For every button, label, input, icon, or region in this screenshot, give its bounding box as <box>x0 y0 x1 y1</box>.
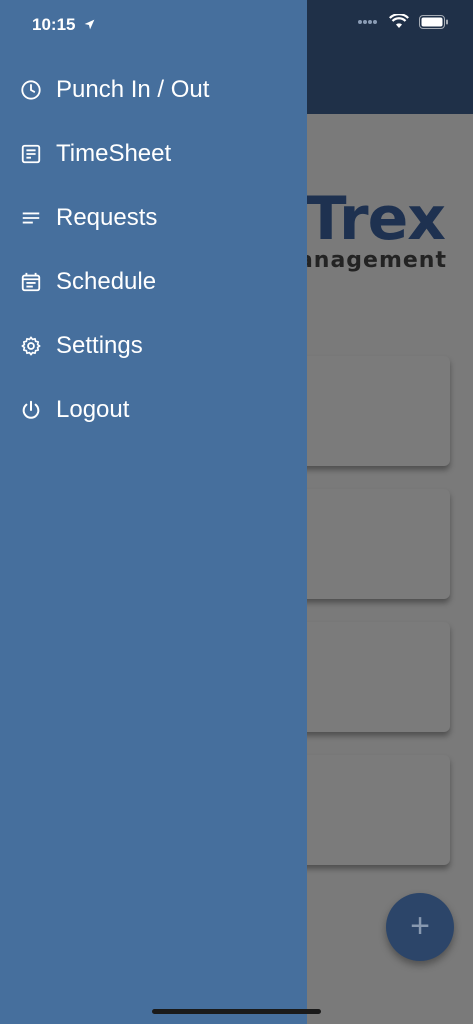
wifi-icon <box>389 14 409 28</box>
status-time: 10:15 <box>32 15 96 35</box>
menu-item-label: Logout <box>56 396 130 423</box>
clock-icon <box>20 79 42 101</box>
menu-item-label: Requests <box>56 204 158 231</box>
home-indicator[interactable] <box>152 1009 321 1014</box>
menu-item-punch-in-out[interactable]: Punch In / Out <box>0 58 307 122</box>
location-arrow-icon <box>84 19 95 30</box>
status-icons <box>357 14 449 29</box>
menu-item-label: Schedule <box>56 268 157 295</box>
menu-item-label: Punch In / Out <box>56 76 210 103</box>
menu-item-schedule[interactable]: Schedule <box>0 250 307 314</box>
menu-item-timesheet[interactable]: TimeSheet <box>0 122 307 186</box>
navigation-drawer: Punch In / Out TimeSheet Requests Schedu… <box>0 0 307 1024</box>
list-icon <box>20 207 42 229</box>
menu-item-settings[interactable]: Settings <box>0 314 307 378</box>
logo-text: Trex <box>305 184 446 254</box>
calendar-icon <box>20 271 42 293</box>
menu-item-label: Settings <box>56 332 143 359</box>
signal-icon <box>358 19 377 24</box>
add-fab-button[interactable]: + <box>386 893 454 961</box>
drawer-menu: Punch In / Out TimeSheet Requests Schedu… <box>0 58 307 442</box>
menu-item-label: TimeSheet <box>56 140 172 167</box>
power-icon <box>20 399 42 421</box>
timesheet-icon <box>20 143 42 165</box>
battery-icon <box>419 14 448 29</box>
gear-icon <box>20 335 42 357</box>
menu-item-requests[interactable]: Requests <box>0 186 307 250</box>
menu-item-logout[interactable]: Logout <box>0 378 307 442</box>
status-time-text: 10:15 <box>32 15 76 34</box>
